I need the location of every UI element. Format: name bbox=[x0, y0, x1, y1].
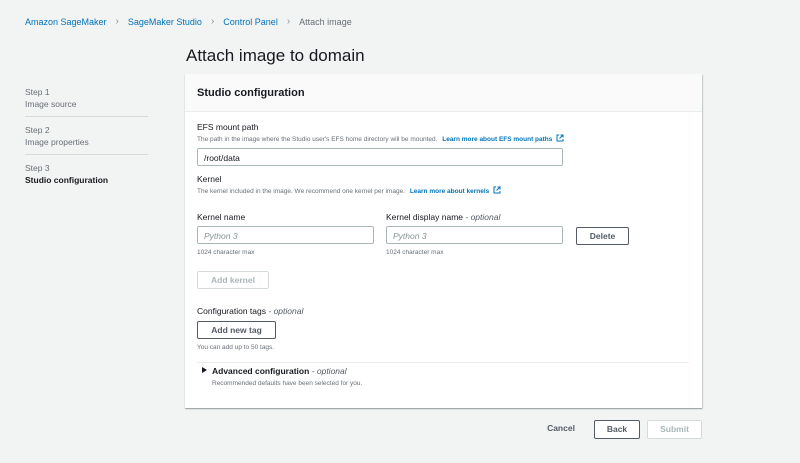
optional-text: - optional bbox=[465, 212, 501, 222]
efs-description-text: The path in the image where the Studio u… bbox=[197, 136, 438, 143]
step-image-source[interactable]: Step 1 Image source bbox=[25, 86, 148, 117]
efs-mount-path-description: The path in the image where the Studio u… bbox=[197, 134, 564, 143]
external-link-icon[interactable] bbox=[493, 186, 501, 194]
advanced-configuration-description: Recommended defaults have been selected … bbox=[212, 380, 363, 387]
configuration-tags-text: Configuration tags bbox=[197, 306, 266, 316]
delete-kernel-button[interactable]: Delete bbox=[576, 227, 629, 245]
studio-configuration-panel: Studio configuration EFS mount path The … bbox=[185, 74, 702, 408]
kernel-label: Kernel bbox=[197, 174, 222, 184]
step-number: Step 2 bbox=[25, 125, 50, 135]
submit-button[interactable]: Submit bbox=[647, 420, 702, 439]
kernel-name-label: Kernel name bbox=[197, 212, 246, 222]
add-kernel-button[interactable]: Add kernel bbox=[197, 271, 269, 289]
step-label: Studio configuration bbox=[25, 175, 109, 185]
chevron-right-icon: › bbox=[115, 16, 119, 27]
breadcrumb-amazon-sagemaker[interactable]: Amazon SageMaker bbox=[25, 17, 107, 27]
add-new-tag-button[interactable]: Add new tag bbox=[197, 321, 276, 339]
chevron-right-icon: › bbox=[286, 16, 291, 27]
kernel-description: The kernel included in the image. We rec… bbox=[197, 186, 501, 195]
step-number: Step 3 bbox=[25, 163, 50, 173]
panel-header: Studio configuration bbox=[185, 74, 702, 112]
chevron-right-icon: › bbox=[210, 16, 215, 27]
kernel-display-name-input[interactable]: Python 3 bbox=[386, 226, 563, 244]
divider bbox=[197, 362, 689, 363]
back-button[interactable]: Back bbox=[594, 420, 640, 439]
step-image-properties[interactable]: Step 2 Image properties bbox=[25, 124, 148, 155]
breadcrumb-control-panel[interactable]: Control Panel bbox=[223, 17, 278, 27]
kernel-name-hint: 1024 character max bbox=[197, 249, 255, 256]
kernel-display-name-text: Kernel display name bbox=[386, 212, 464, 222]
cancel-button[interactable]: Cancel bbox=[540, 420, 582, 439]
kernel-display-name-hint: 1024 character max bbox=[386, 249, 444, 256]
kernel-name-input[interactable]: Python 3 bbox=[197, 226, 374, 244]
breadcrumb: Amazon SageMaker › SageMaker Studio › Co… bbox=[25, 16, 352, 27]
efs-mount-path-label: EFS mount path bbox=[197, 122, 259, 132]
kernel-learn-more-link[interactable]: Learn more about kernels bbox=[410, 188, 489, 195]
page-title: Attach image to domain bbox=[186, 46, 365, 65]
step-studio-configuration: Step 3 Studio configuration bbox=[25, 162, 148, 192]
step-label: Image properties bbox=[25, 137, 89, 147]
kernel-display-name-label: Kernel display name - optional bbox=[386, 212, 500, 222]
breadcrumb-sagemaker-studio[interactable]: SageMaker Studio bbox=[128, 17, 202, 27]
external-link-icon[interactable] bbox=[556, 134, 564, 142]
step-label: Image source bbox=[25, 99, 77, 109]
efs-mount-path-input[interactable]: /root/data bbox=[197, 148, 563, 166]
advanced-configuration-toggle[interactable]: Advanced configuration - optional bbox=[212, 366, 347, 376]
panel-title: Studio configuration bbox=[197, 87, 305, 99]
step-number: Step 1 bbox=[25, 87, 50, 97]
optional-text: - optional bbox=[311, 366, 347, 376]
configuration-tags-label: Configuration tags - optional bbox=[197, 306, 303, 316]
efs-learn-more-link[interactable]: Learn more about EFS mount paths bbox=[442, 136, 552, 143]
wizard-steps: Step 1 Image source Step 2 Image propert… bbox=[25, 86, 148, 199]
caret-right-icon[interactable] bbox=[202, 367, 207, 373]
kernel-description-text: The kernel included in the image. We rec… bbox=[197, 188, 405, 195]
tags-hint: You can add up to 50 tags. bbox=[197, 344, 275, 351]
advanced-configuration-text: Advanced configuration bbox=[212, 366, 310, 376]
optional-text: - optional bbox=[268, 306, 304, 316]
breadcrumb-current: Attach image bbox=[299, 16, 352, 27]
